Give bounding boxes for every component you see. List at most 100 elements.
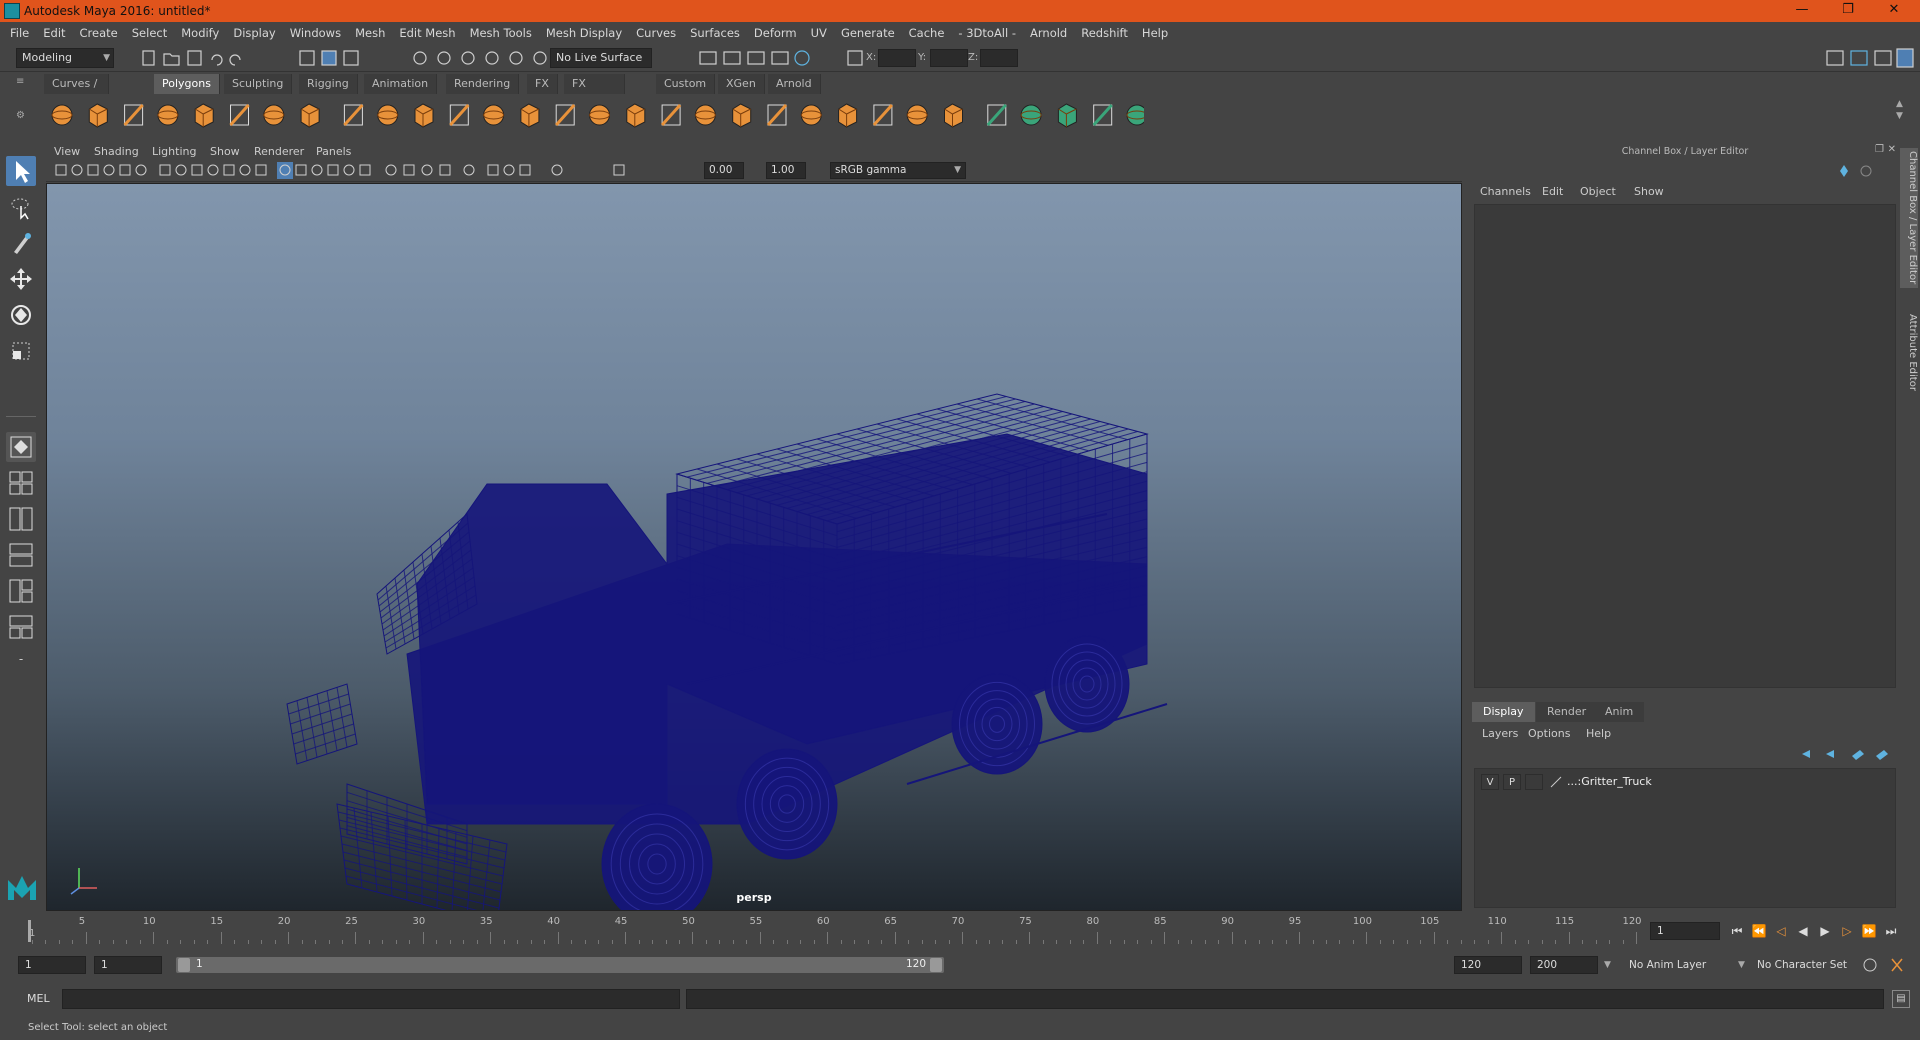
scale-tool-button[interactable] xyxy=(6,336,36,366)
viewport-menu-show[interactable]: Show xyxy=(210,145,240,158)
poly-cone-icon[interactable] xyxy=(157,104,179,126)
combine-icon[interactable] xyxy=(343,103,364,127)
layer-menu-layers[interactable]: Layers xyxy=(1482,727,1518,740)
menu-3dtoall[interactable]: - 3DtoAll - xyxy=(951,22,1023,44)
workspace-toggle-icons[interactable] xyxy=(1824,48,1914,68)
smooth-icon[interactable] xyxy=(449,103,470,127)
shelf-tab-custom[interactable]: Custom xyxy=(656,74,716,94)
menu-edit[interactable]: Edit xyxy=(36,22,72,44)
poly-cube-icon[interactable] xyxy=(88,103,108,128)
range-end-handle[interactable] xyxy=(930,958,942,972)
play-backwards-button[interactable]: ◀ xyxy=(1794,922,1812,940)
step-back-key-button[interactable]: ⏪ xyxy=(1750,922,1768,940)
go-to-start-button[interactable]: ⏮ xyxy=(1728,922,1746,940)
persp-outliner-layout-button[interactable] xyxy=(6,504,36,534)
animation-end-field[interactable]: 200 xyxy=(1530,956,1598,974)
shelf-tab-arnold[interactable]: Arnold xyxy=(768,74,821,94)
shelf-tab-curves-surfaces[interactable]: Curves / Surfaces xyxy=(44,74,109,110)
color-space-dropdown[interactable]: sRGB gamma ▼ xyxy=(830,162,966,179)
channel-box-menu-channels[interactable]: Channels xyxy=(1480,185,1531,198)
close-button[interactable]: ✕ xyxy=(1874,2,1914,20)
layer-row[interactable]: V P ...:Gritter_Truck xyxy=(1477,773,1893,791)
live-surface-field[interactable]: No Live Surface xyxy=(550,48,652,68)
layer-menu-help[interactable]: Help xyxy=(1586,727,1611,740)
ambient-occlusion-icon[interactable] xyxy=(385,164,397,176)
menu-edit-mesh[interactable]: Edit Mesh xyxy=(392,22,462,44)
layer-tab-render[interactable]: Render xyxy=(1536,702,1598,722)
range-bar-icons[interactable] xyxy=(1862,956,1914,974)
automatic-uv-icon[interactable] xyxy=(1057,103,1077,128)
playback-start-field[interactable]: 1 xyxy=(94,956,162,974)
film-gate-icon[interactable] xyxy=(175,164,187,176)
layer-menu-options[interactable]: Options xyxy=(1528,727,1570,740)
poly-torus-icon[interactable] xyxy=(229,103,250,127)
poly-pyramid-icon[interactable] xyxy=(263,104,285,126)
menu-arnold[interactable]: Arnold xyxy=(1023,22,1074,44)
channel-box-menu-object[interactable]: Object xyxy=(1580,185,1616,198)
menu-mesh-tools[interactable]: Mesh Tools xyxy=(463,22,539,44)
xray-icon[interactable] xyxy=(487,164,499,176)
poly-plane-icon[interactable] xyxy=(194,103,214,128)
cut-uv-icon[interactable] xyxy=(1126,104,1144,126)
append-icon[interactable] xyxy=(589,104,610,126)
persp-graph-layout-button[interactable] xyxy=(6,540,36,570)
menu-create[interactable]: Create xyxy=(73,22,125,44)
step-forward-key-button[interactable]: ⏩ xyxy=(1860,922,1878,940)
menu-help[interactable]: Help xyxy=(1135,22,1175,44)
viewport-menu-panels[interactable]: Panels xyxy=(316,145,351,158)
menu-redshift[interactable]: Redshift xyxy=(1074,22,1135,44)
anim-layer-dropdown[interactable]: No Anim Layer xyxy=(1622,956,1734,974)
create-layer-from-selected-icon[interactable] xyxy=(1876,750,1888,760)
viewport-menu-renderer[interactable]: Renderer xyxy=(254,145,304,158)
multi-cut-icon[interactable] xyxy=(660,103,682,127)
gamma-field[interactable]: 1.00 xyxy=(766,162,806,179)
gamma-correction-icon[interactable] xyxy=(613,164,625,176)
viewport-menu-view[interactable]: View xyxy=(54,145,80,158)
select-camera-icon[interactable] xyxy=(55,164,67,176)
range-slider-track[interactable]: 1 120 xyxy=(176,957,944,973)
shelf-menu-icon[interactable]: ≡ xyxy=(16,76,28,96)
depth-of-field-icon[interactable] xyxy=(439,164,451,176)
channel-box-menu-edit[interactable]: Edit xyxy=(1542,185,1563,198)
shelf-tab-rigging[interactable]: Rigging xyxy=(299,74,358,94)
chevron-down-icon[interactable]: ▼ xyxy=(1738,960,1745,970)
textured-icon[interactable] xyxy=(327,164,339,176)
quad-draw-icon[interactable] xyxy=(906,104,928,126)
perspective-viewport[interactable]: persp xyxy=(46,183,1462,911)
current-frame-field[interactable]: 1 xyxy=(1650,922,1720,940)
shelf-icons[interactable] xyxy=(44,100,1144,132)
range-start-handle[interactable] xyxy=(178,958,190,972)
layer-visibility-toggle[interactable]: V xyxy=(1481,774,1499,790)
go-to-end-button[interactable]: ⏭ xyxy=(1882,922,1900,940)
extract-icon[interactable] xyxy=(414,103,434,128)
sew-uv-icon[interactable] xyxy=(1092,103,1113,127)
gate-mask-icon[interactable] xyxy=(207,164,219,176)
motion-blur-icon[interactable] xyxy=(403,164,415,176)
xray-joints-icon[interactable] xyxy=(503,164,515,176)
menu-uv[interactable]: UV xyxy=(804,22,834,44)
z-coord-field[interactable] xyxy=(980,49,1018,67)
channel-box-mode-icons[interactable] xyxy=(1834,162,1894,180)
channel-box-menu-show[interactable]: Show xyxy=(1634,185,1664,198)
layer-display-type-toggle[interactable] xyxy=(1525,774,1543,790)
move-tool-button[interactable] xyxy=(6,264,36,294)
persp-outliner-graph-layout-button[interactable] xyxy=(6,576,36,606)
menu-surfaces[interactable]: Surfaces xyxy=(683,22,747,44)
isolate-select-icon[interactable] xyxy=(463,164,475,176)
camera-attributes-icon[interactable] xyxy=(71,164,83,176)
shelf-tab-polygons[interactable]: Polygons xyxy=(154,74,220,94)
field-chart-icon[interactable] xyxy=(223,164,235,176)
mirror-icon[interactable] xyxy=(520,103,540,128)
play-forwards-button[interactable]: ▶ xyxy=(1816,922,1834,940)
menu-generate[interactable]: Generate xyxy=(834,22,902,44)
layer-tab-display[interactable]: Display xyxy=(1472,702,1535,722)
2d-pan-zoom-icon[interactable] xyxy=(119,164,131,176)
move-layer-up-icon[interactable] xyxy=(1802,750,1810,758)
shelf-scroll-arrows[interactable]: ▲ ▼ xyxy=(1896,98,1908,134)
layer-name[interactable]: ...:Gritter_Truck xyxy=(1567,775,1652,788)
x-coord-field[interactable] xyxy=(878,49,916,67)
bridge-icon[interactable] xyxy=(555,103,576,127)
lasso-tool-button[interactable] xyxy=(6,192,36,222)
menu-mesh[interactable]: Mesh xyxy=(348,22,392,44)
anti-aliasing-icon[interactable] xyxy=(421,164,433,176)
